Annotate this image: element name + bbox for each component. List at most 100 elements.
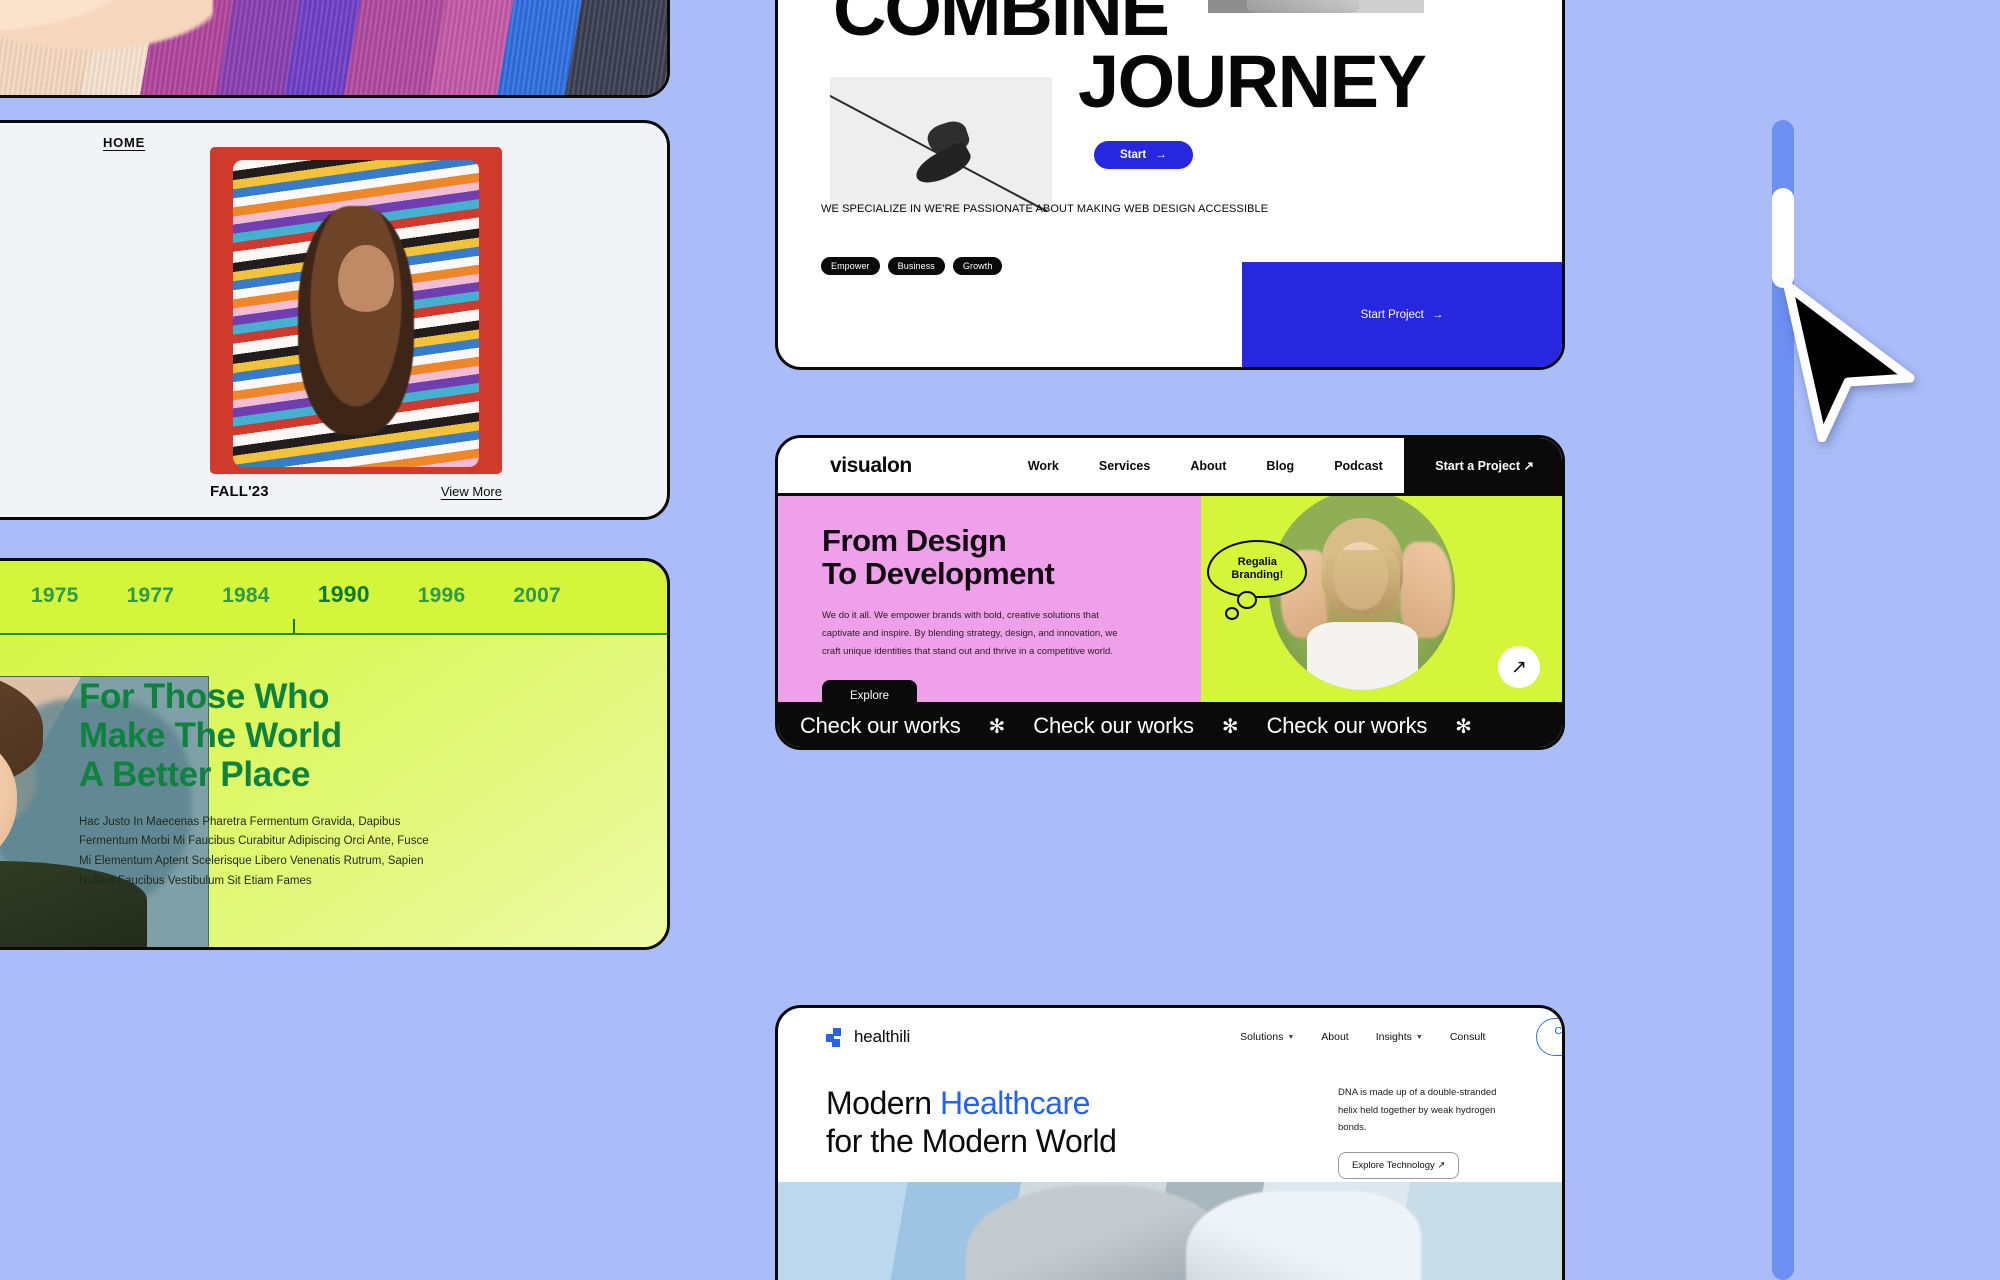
journey-chip-list: Empower Business Growth: [821, 257, 1003, 275]
timeline-year-active[interactable]: 1990: [318, 581, 370, 608]
healthili-logo[interactable]: healthili: [826, 1027, 910, 1047]
chip-business[interactable]: Business: [887, 257, 945, 275]
visualon-paragraph: We do it all. We empower brands with bol…: [822, 609, 1118, 658]
model-shirt: [1306, 622, 1419, 690]
marquee-text: Check our works: [800, 713, 961, 738]
timeline-year[interactable]: 2007: [513, 584, 561, 608]
model-face: [338, 245, 394, 318]
healthili-navbar: healthili Solutions ▼ About Insights ▼ C…: [778, 1008, 1562, 1066]
page-scrollbar-thumb[interactable]: [1772, 188, 1794, 288]
asterisk-icon: ✻: [1455, 715, 1472, 738]
start-project-label: Start Project: [1360, 308, 1424, 321]
hands-overlay: [0, 0, 213, 63]
healthili-nav-links: Solutions ▼ About Insights ▼ Consult Con…: [1240, 1018, 1562, 1056]
visualon-heading-line-2: To Development: [822, 556, 1055, 592]
chip-growth[interactable]: Growth: [952, 257, 1003, 275]
journey-tagline: WE SPECIALIZE IN WE'RE PASSIONATE ABOUT …: [821, 203, 1269, 215]
visualon-nav-links: Work Services About Blog Podcast: [1028, 459, 1383, 473]
timeline-year[interactable]: 1984: [222, 584, 270, 608]
healthili-hero: Modern Healthcare for the Modern World D…: [778, 1066, 1562, 1188]
arrow-right-icon: →: [1155, 149, 1167, 161]
timeline-year[interactable]: 1996: [418, 584, 466, 608]
journey-photo-top: [1208, 0, 1424, 13]
nav-label: Consult: [1449, 1031, 1486, 1043]
page-canvas: HOME ORIAL LARA SLOW. FALL'23 View More …: [0, 0, 2000, 1280]
timeline-active-tick: [293, 619, 295, 633]
asterisk-icon: ✻: [988, 715, 1006, 738]
journey-title-line-2: JOURNEY: [1078, 40, 1427, 123]
green-card-text: For Those Who Make The World A Better Pl…: [79, 677, 429, 892]
healthili-card[interactable]: healthili Solutions ▼ About Insights ▼ C…: [775, 1005, 1565, 1280]
arrow-right-icon: →: [1431, 308, 1444, 321]
journey-photo-shoes: [830, 77, 1052, 211]
nav-item-blog[interactable]: Blog: [1266, 459, 1294, 473]
nav-item-work[interactable]: Work: [1028, 459, 1059, 473]
green-headline-line-2: Make The World: [79, 716, 342, 756]
bubble-line-2: Branding!: [1231, 569, 1284, 581]
chevron-down-icon: ▼: [1287, 1033, 1295, 1041]
start-project-panel[interactable]: Start Project →: [1242, 262, 1562, 367]
visualon-navbar: visualon Work Services About Blog Podcas…: [778, 438, 1562, 496]
view-more-link[interactable]: View More: [441, 484, 502, 499]
timeline-years: 1975 1977 1984 1990 1996 2007: [0, 581, 667, 608]
editorial-footer: FALL'23 View More: [210, 483, 502, 500]
timeline-year[interactable]: 1977: [127, 584, 175, 608]
start-button[interactable]: Start →: [1094, 141, 1193, 169]
timeline-year[interactable]: 1975: [31, 584, 79, 608]
model-hand-right: [1399, 542, 1452, 638]
chevron-down-icon: ▼: [1415, 1033, 1423, 1041]
green-headline-line-1: For Those Who: [79, 677, 330, 716]
mouse-pointer-icon: [1783, 282, 1915, 442]
nav-label: About: [1321, 1031, 1349, 1043]
nav-item-about[interactable]: About: [1321, 1031, 1348, 1043]
visualon-hero-left: From Design To Development We do it all.…: [778, 496, 1202, 712]
arrow-up-right-icon[interactable]: ↗: [1498, 646, 1540, 688]
green-timeline-card[interactable]: 1975 1977 1984 1990 1996 2007 For Those …: [0, 558, 670, 950]
healthili-logo-text: healthili: [854, 1027, 911, 1046]
nav-item-solutions[interactable]: Solutions ▼: [1240, 1031, 1294, 1043]
home-link[interactable]: HOME: [103, 135, 145, 150]
heading-line-2: for the Modern World: [826, 1123, 1117, 1160]
editorial-fashion-card[interactable]: HOME ORIAL LARA SLOW. FALL'23 View More: [0, 120, 670, 520]
green-headline: For Those Who Make The World A Better Pl…: [79, 677, 429, 795]
visualon-model-photo: [1269, 496, 1456, 690]
heading-pre: Modern: [826, 1085, 941, 1121]
nav-item-insights[interactable]: Insights ▼: [1376, 1031, 1423, 1043]
visualon-heading: From Design To Development: [822, 524, 1201, 591]
season-label: FALL'23: [210, 483, 269, 500]
green-headline-line-3: A Better Place: [79, 755, 311, 795]
healthili-side-block: DNA is made up of a double-stranded heli…: [1338, 1084, 1498, 1179]
marquee-text: Check our works: [1266, 713, 1428, 738]
journey-agency-card[interactable]: COMBINE JOURNEY Start → WE SPECIALIZE IN…: [775, 0, 1565, 370]
heading-accent: Healthcare: [940, 1085, 1090, 1121]
healthili-hero-photo: [778, 1182, 1562, 1280]
editorial-hero-photo: [210, 147, 502, 474]
nav-item-about[interactable]: About: [1190, 459, 1226, 473]
nav-label: Solutions: [1240, 1031, 1284, 1043]
start-button-label: Start: [1120, 149, 1147, 161]
cross-blocks-icon: [826, 1027, 845, 1047]
healthili-heading: Modern Healthcare for the Modern World: [826, 1084, 1117, 1161]
visualon-heading-line-1: From Design: [822, 523, 1007, 558]
nav-item-services[interactable]: Services: [1099, 459, 1150, 473]
timeline-rule: [0, 633, 667, 635]
nav-item-podcast[interactable]: Podcast: [1334, 459, 1383, 473]
healthili-side-paragraph: DNA is made up of a double-stranded heli…: [1338, 1087, 1497, 1134]
knit-sweater-card[interactable]: [0, 0, 670, 98]
chip-empower[interactable]: Empower: [821, 257, 880, 275]
bubble-line-1: Regalia: [1237, 555, 1277, 568]
explore-technology-button[interactable]: Explore Technology ↗: [1338, 1151, 1460, 1179]
nav-label: Insights: [1375, 1031, 1412, 1043]
marquee-text: Check our works: [1033, 713, 1194, 738]
visualon-logo[interactable]: visualon: [830, 454, 912, 478]
nav-item-consult[interactable]: Consult: [1450, 1031, 1486, 1043]
visualon-agency-card[interactable]: visualon Work Services About Blog Podcas…: [775, 435, 1565, 750]
explore-button[interactable]: Explore: [822, 679, 917, 712]
green-paragraph: Hac Justo In Maecenas Pharetra Fermentum…: [79, 815, 429, 887]
contact-us-button[interactable]: Contact Us: [1536, 1018, 1562, 1056]
visualon-hero: From Design To Development We do it all.…: [778, 496, 1562, 712]
asterisk-icon: ✻: [1221, 715, 1239, 738]
regalia-branding-bubble: Regalia Branding!: [1207, 540, 1308, 620]
visualon-hero-right: Regalia Branding! ↗: [1201, 496, 1562, 702]
start-a-project-button[interactable]: Start a Project ↗: [1404, 438, 1562, 493]
